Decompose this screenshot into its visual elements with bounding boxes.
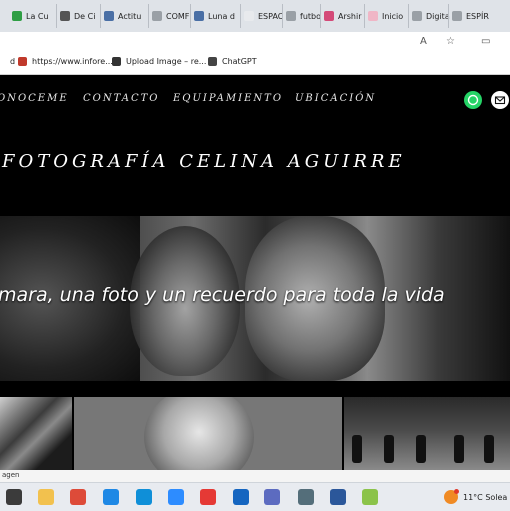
tab-favicon-icon	[12, 11, 22, 21]
favorite-star-icon[interactable]: ☆	[446, 36, 455, 47]
word-icon[interactable]	[330, 489, 346, 505]
tab-label: futbo	[300, 11, 321, 21]
nav-equipamiento[interactable]: EQUIPAMIENTO	[173, 93, 283, 104]
address-field[interactable]	[0, 32, 466, 52]
weather-sun-icon	[444, 489, 459, 504]
tab-favicon-icon	[104, 11, 114, 21]
hero-tagline: mara, una foto y un recuerdo para toda l…	[0, 284, 445, 306]
tab-label: Arshir	[338, 11, 362, 21]
status-text: agen	[2, 471, 20, 479]
display-icon[interactable]	[233, 489, 249, 505]
browser-tab[interactable]: Digita	[408, 4, 450, 28]
browser-tab[interactable]: La Cu	[12, 4, 49, 28]
browser-status-bar: agen	[0, 470, 510, 482]
player-figure	[454, 435, 464, 463]
file-explorer-icon[interactable]	[38, 489, 54, 505]
search-icon[interactable]	[6, 489, 22, 505]
bookmark-icon	[18, 57, 27, 66]
browser-tab[interactable]: Arshir	[320, 4, 362, 28]
tab-favicon-icon	[60, 11, 70, 21]
bookmark-label: Upload Image – re...	[126, 57, 207, 66]
bookmark-item[interactable]: Upload Image – re...	[112, 57, 206, 66]
whatsapp-icon[interactable]	[464, 91, 482, 109]
network-icon[interactable]	[264, 489, 280, 505]
no-entry-icon[interactable]	[200, 489, 216, 505]
browser-tab[interactable]: Inicio	[364, 4, 403, 28]
browser-tab[interactable]: De Ci	[56, 4, 95, 28]
tab-favicon-icon	[244, 11, 254, 21]
browser-tab[interactable]: Luna d	[190, 4, 235, 28]
nav-ubicacion[interactable]: UBICACIÓN	[295, 93, 376, 104]
weather-temperature: 11°C	[463, 492, 483, 502]
split-screen-icon[interactable]: ▭	[481, 36, 490, 47]
player-figure	[484, 435, 494, 463]
tab-label: COMF	[166, 11, 190, 21]
paint-icon[interactable]	[362, 489, 378, 505]
photo-gallery	[0, 397, 510, 470]
browser-tab[interactable]: ESPAC	[240, 4, 283, 28]
browser-tab[interactable]: COMF	[148, 4, 189, 28]
calculator-icon[interactable]	[298, 489, 314, 505]
nav-contacto[interactable]: CONTACTO	[83, 93, 159, 104]
address-bar: A ☆ ▭	[0, 32, 510, 52]
tab-favicon-icon	[194, 11, 204, 21]
site-brand-title: FOTOGRAFÍA CELINA AGUIRRE	[2, 151, 406, 172]
gallery-photo-1[interactable]	[0, 397, 72, 470]
browser-tab[interactable]: ESPÍR	[448, 4, 489, 28]
tab-label: Actitu	[118, 11, 142, 21]
hero-photo: mara, una foto y un recuerdo para toda l…	[0, 216, 510, 381]
bookmark-item[interactable]: d	[0, 57, 15, 66]
chrome-icon[interactable]	[70, 489, 86, 505]
tab-label: Digita	[426, 11, 450, 21]
mail-icon[interactable]	[491, 91, 509, 109]
bookmark-icon	[0, 57, 5, 66]
edge-icon[interactable]	[136, 489, 152, 505]
website-content: ONOCEME CONTACTO EQUIPAMIENTO UBICACIÓN …	[0, 75, 510, 470]
tab-label: Luna d	[208, 11, 235, 21]
browser-tab[interactable]: Actitu	[100, 4, 141, 28]
tab-label: ESPAC	[258, 11, 284, 21]
tab-label: De Ci	[74, 11, 96, 21]
bookmark-item[interactable]: https://www.infore...	[18, 57, 113, 66]
weather-widget[interactable]: 11°C Solea	[444, 489, 508, 504]
player-figure	[384, 435, 394, 463]
bookmark-item[interactable]: ChatGPT	[208, 57, 257, 66]
tab-label: ESPÍR	[466, 11, 489, 21]
nav-conoceme[interactable]: ONOCEME	[0, 93, 69, 104]
bookmark-icon	[208, 57, 217, 66]
weather-condition: Solea	[485, 492, 508, 502]
bookmark-label: ChatGPT	[222, 57, 257, 66]
tab-favicon-icon	[412, 11, 422, 21]
tab-label: La Cu	[26, 11, 49, 21]
browser-tab[interactable]: futbo	[282, 4, 321, 28]
bookmark-icon	[112, 57, 121, 66]
gallery-photo-3[interactable]	[344, 397, 510, 470]
tab-favicon-icon	[368, 11, 378, 21]
zoom-icon[interactable]	[168, 489, 184, 505]
tab-label: Inicio	[382, 11, 404, 21]
bookmarks-bar: d https://www.infore... Upload Image – re.…	[0, 52, 510, 75]
tab-favicon-icon	[452, 11, 462, 21]
bookmark-label: https://www.infore...	[32, 57, 113, 66]
gallery-portrait-face	[144, 397, 254, 470]
tab-favicon-icon	[286, 11, 296, 21]
gallery-photo-2[interactable]	[74, 397, 342, 470]
browser-tab-strip: La Cu De Ci Actitu COMF Luna d ESPAC futbo Arsh…	[0, 0, 510, 32]
bookmark-label: d	[10, 57, 16, 66]
ie-icon[interactable]	[103, 489, 119, 505]
reader-mode-icon[interactable]: A	[420, 36, 427, 47]
player-figure	[416, 435, 426, 463]
tab-favicon-icon	[324, 11, 334, 21]
tab-favicon-icon	[152, 11, 162, 21]
windows-taskbar: 11°C Solea	[0, 482, 510, 511]
player-figure	[352, 435, 362, 463]
